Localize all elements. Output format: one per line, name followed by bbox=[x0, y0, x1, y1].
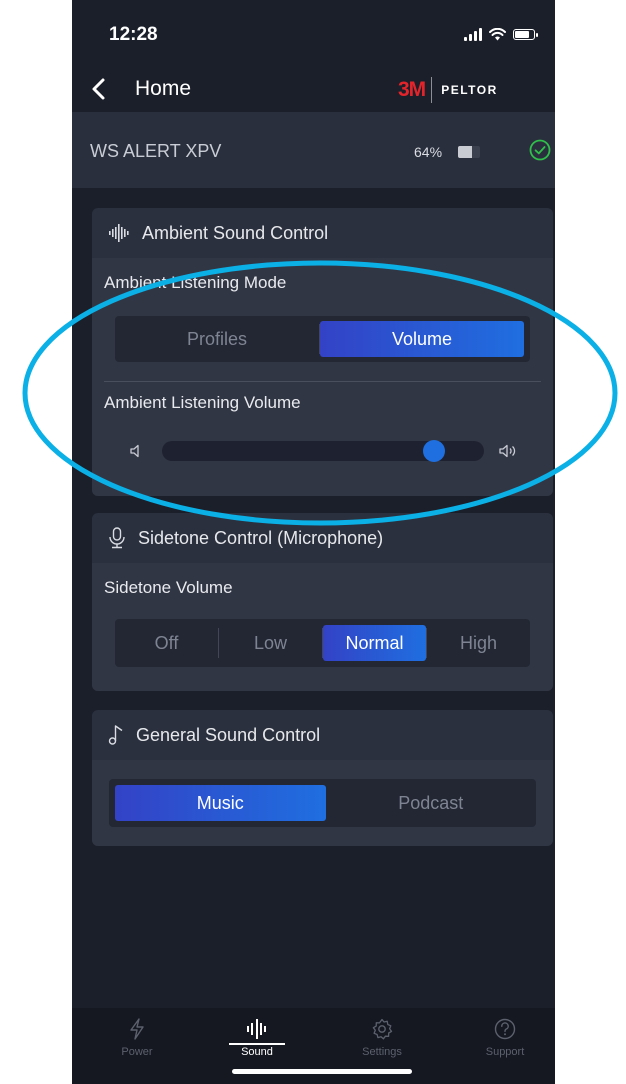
general-sound-selector: Music Podcast bbox=[109, 779, 536, 827]
tab-support-label: Support bbox=[485, 1046, 525, 1058]
phone-screen: 12:28 Home 3M PELTOR WS ALERT XPV 64% Am… bbox=[72, 0, 555, 1084]
sidetone-selector: Off Low Normal High bbox=[115, 619, 530, 667]
soundwave-icon bbox=[247, 1019, 266, 1039]
sidetone-body: Sidetone Volume Off Low Normal High bbox=[92, 563, 553, 691]
tab-power[interactable]: Power bbox=[97, 1018, 177, 1058]
sidetone-option-low[interactable]: Low bbox=[219, 625, 322, 661]
brand-peltor-name: PELTOR bbox=[441, 83, 498, 97]
sidetone-card: Sidetone Control (Microphone) Sidetone V… bbox=[92, 513, 553, 691]
general-sound-body: Music Podcast bbox=[92, 760, 553, 846]
back-button-label[interactable]: Home bbox=[135, 77, 191, 101]
soundwave-icon bbox=[109, 224, 129, 242]
music-note-icon bbox=[108, 725, 123, 745]
ambient-sound-title: Ambient Sound Control bbox=[142, 222, 329, 243]
tab-sound-label: Sound bbox=[241, 1046, 273, 1058]
sidetone-option-high[interactable]: High bbox=[427, 625, 530, 661]
device-bar[interactable]: WS ALERT XPV 64% bbox=[72, 112, 555, 188]
battery-icon bbox=[513, 28, 538, 40]
sidetone-title: Sidetone Control (Microphone) bbox=[138, 527, 384, 548]
tab-power-label: Power bbox=[121, 1046, 153, 1058]
status-time: 12:28 bbox=[109, 24, 158, 45]
device-name: WS ALERT XPV bbox=[90, 141, 222, 161]
brand-3m-mark: 3M bbox=[398, 78, 426, 101]
gear-icon bbox=[372, 1018, 393, 1040]
microphone-icon bbox=[109, 527, 125, 549]
home-indicator[interactable] bbox=[232, 1069, 412, 1074]
connected-check-icon bbox=[529, 139, 551, 161]
back-chevron-icon[interactable] bbox=[86, 76, 112, 102]
general-option-music[interactable]: Music bbox=[115, 785, 326, 821]
general-sound-title: General Sound Control bbox=[136, 724, 321, 745]
tab-sound[interactable]: Sound bbox=[217, 1018, 297, 1058]
device-battery-icon bbox=[458, 146, 480, 158]
sidetone-volume-label: Sidetone Volume bbox=[104, 578, 233, 597]
general-option-podcast[interactable]: Podcast bbox=[326, 785, 537, 821]
wifi-icon bbox=[489, 27, 506, 40]
sidetone-option-normal[interactable]: Normal bbox=[323, 625, 426, 661]
general-sound-card: General Sound Control Music Podcast bbox=[92, 710, 553, 846]
ambient-sound-header: Ambient Sound Control bbox=[92, 208, 553, 258]
general-sound-header: General Sound Control bbox=[92, 710, 553, 760]
device-battery-percent: 64% bbox=[414, 144, 443, 160]
brand-logo: 3M PELTOR bbox=[398, 77, 498, 103]
tab-support[interactable]: Support bbox=[465, 1018, 545, 1058]
tab-settings[interactable]: Settings bbox=[342, 1018, 422, 1058]
sidetone-option-off[interactable]: Off bbox=[115, 625, 218, 661]
help-icon bbox=[494, 1018, 516, 1040]
signal-icon bbox=[464, 27, 482, 41]
bolt-icon bbox=[130, 1018, 144, 1040]
brand-divider bbox=[431, 77, 433, 103]
status-icons bbox=[464, 26, 538, 42]
active-tab-indicator bbox=[229, 1043, 285, 1045]
tab-settings-label: Settings bbox=[362, 1046, 402, 1058]
highlight-ellipse bbox=[22, 260, 618, 526]
